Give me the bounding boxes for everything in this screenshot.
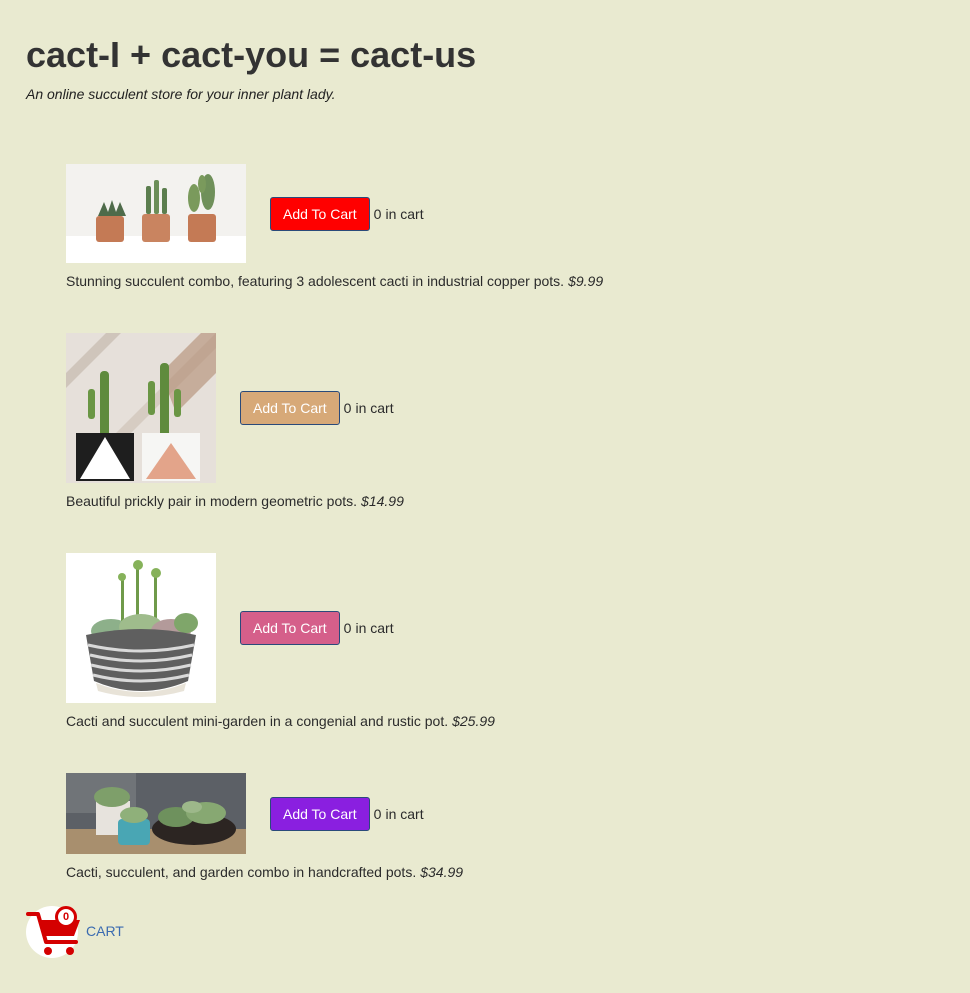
product-price: $25.99 xyxy=(452,713,495,729)
cart-icon-wrap[interactable]: 0 xyxy=(26,902,84,960)
description-text: Beautiful prickly pair in modern geometr… xyxy=(66,493,358,509)
page-title: cact-I + cact-you = cact-us xyxy=(26,34,477,75)
add-to-cart-button[interactable]: Add To Cart xyxy=(270,796,370,831)
product-item: Add To Cart 0 in cart Beautiful prickly p… xyxy=(66,333,404,509)
cart-badge: 0 xyxy=(55,906,77,928)
cart-count-label: 0 in cart xyxy=(374,806,424,822)
cart-count: 0 xyxy=(343,620,352,636)
product-item: Add To Cart 0 in cart Stunning succulent … xyxy=(66,164,603,289)
in-cart-text: in cart xyxy=(385,805,424,822)
product-price: $34.99 xyxy=(420,864,464,880)
add-to-cart-button[interactable]: Add To Cart xyxy=(240,391,340,425)
cart-count-label: 0 in cart xyxy=(374,206,424,222)
cart-count: 0 xyxy=(373,805,382,822)
cart-count: 0 xyxy=(373,205,382,222)
description-text: Cacti, succulent, and garden combo in ha… xyxy=(66,864,417,880)
in-cart-text: in cart xyxy=(355,400,394,416)
cart-count: 0 xyxy=(343,400,352,416)
product-description: Stunning succulent combo, featuring 3 ad… xyxy=(66,273,603,289)
cart-widget[interactable]: 0 CART xyxy=(26,902,124,960)
product-description: Cacti and succulent mini-garden in a con… xyxy=(66,713,495,729)
product-item: Add To Cart 0 in cart Cacti, succulent, a… xyxy=(66,773,463,880)
description-text: Stunning succulent combo, featuring 3 ad… xyxy=(66,273,565,289)
in-cart-text: in cart xyxy=(355,620,394,636)
product-description: Cacti, succulent, and garden combo in ha… xyxy=(66,864,463,880)
product-item: Add To Cart 0 in cart Cacti and succulent… xyxy=(66,553,495,729)
add-to-cart-button[interactable]: Add To Cart xyxy=(270,196,370,231)
product-price: $14.99 xyxy=(361,493,404,509)
in-cart-text: in cart xyxy=(385,205,424,222)
handcrafted-pots-photo xyxy=(66,773,246,854)
geometric-pots-cacti-photo xyxy=(66,333,216,483)
description-text: Cacti and succulent mini-garden in a con… xyxy=(66,713,449,729)
page-subtitle: An online succulent store for your inner… xyxy=(26,86,336,102)
cart-count-label: 0 in cart xyxy=(344,400,394,416)
product-price: $9.99 xyxy=(568,273,604,289)
cart-link[interactable]: CART xyxy=(86,923,124,939)
mini-garden-bowl-photo xyxy=(66,553,216,703)
add-to-cart-button[interactable]: Add To Cart xyxy=(240,611,340,645)
product-description: Beautiful prickly pair in modern geometr… xyxy=(66,493,404,509)
cart-count-label: 0 in cart xyxy=(344,620,394,636)
store-header: cact-I + cact-you = cact-us An online su… xyxy=(26,34,476,102)
copper-pots-cacti-photo xyxy=(66,164,246,263)
